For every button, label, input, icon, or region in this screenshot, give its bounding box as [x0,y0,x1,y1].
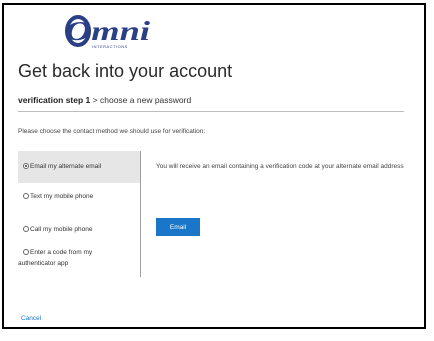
email-button[interactable]: Email [156,218,200,236]
contact-method-prompt: Please choose the contact method we shou… [18,128,206,135]
breadcrumb-next-step: choose a new password [100,95,192,105]
window-frame: Omni INTERACTIONS Get back into your acc… [2,3,426,329]
verification-description: You will receive an email containing a v… [156,163,404,170]
cancel-link[interactable]: Cancel [21,315,41,322]
breadcrumb: verification step 1 > choose a new passw… [18,95,191,105]
option-text-mobile[interactable]: Text my mobile phone [18,190,140,204]
radio-unselected-icon[interactable] [23,226,29,232]
option-label: Enter a code from my [30,249,93,256]
option-label-continued: authenticator app [18,260,69,267]
contact-options-list: Email my alternate email Text my mobile … [18,151,141,277]
breadcrumb-separator: > [92,95,98,105]
radio-unselected-icon[interactable] [23,193,29,199]
page-title: Get back into your account [18,61,233,81]
option-label: Email my alternate email [30,163,102,170]
logo-subtext: INTERACTIONS [92,44,128,49]
option-label: Call my mobile phone [30,226,93,233]
breadcrumb-current-step: verification step 1 [18,95,91,105]
radio-selected-icon[interactable] [23,163,29,169]
omni-logo: Omni INTERACTIONS [65,15,151,49]
breadcrumb-divider [18,111,404,112]
option-call-mobile[interactable]: Call my mobile phone [18,223,140,237]
radio-unselected-icon[interactable] [23,249,29,255]
option-label: Text my mobile phone [30,193,94,200]
option-email-alternate[interactable]: Email my alternate email [18,151,140,183]
logo-wordmark: Omni [65,16,151,46]
option-authenticator-app[interactable]: Enter a code from my authenticator app [18,247,140,273]
